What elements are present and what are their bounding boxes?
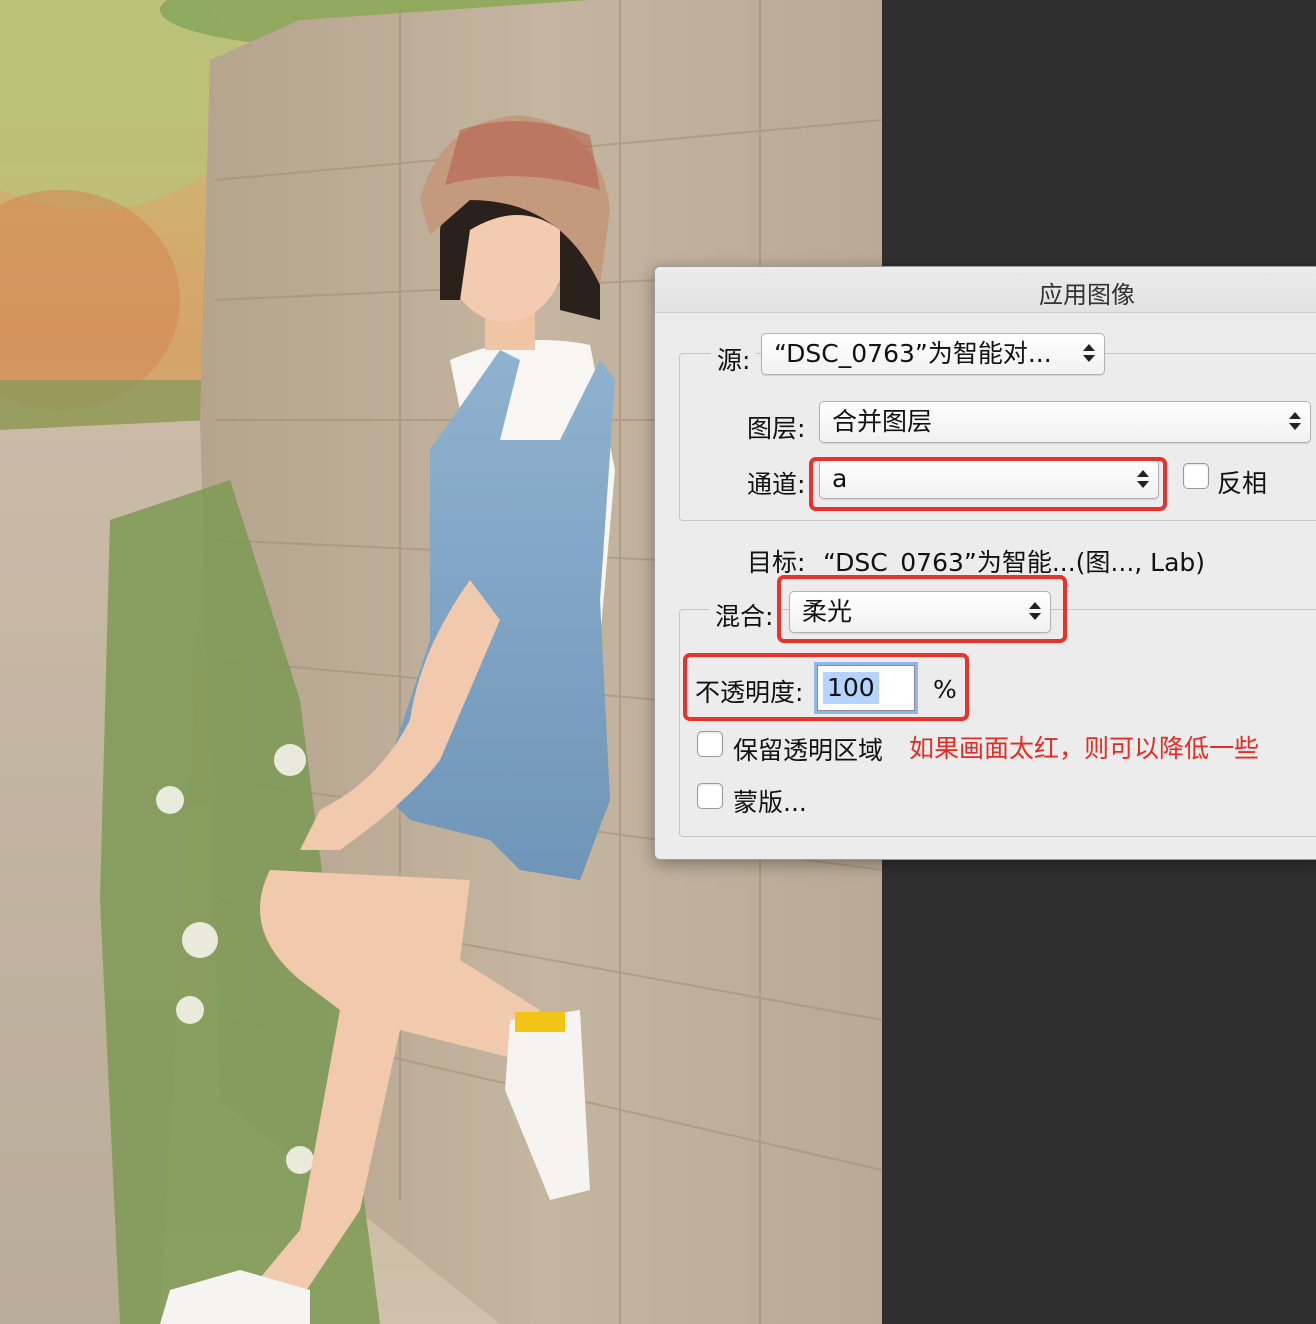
dialog-titlebar[interactable]: 应用图像 <box>655 267 1316 313</box>
opacity-unit: % <box>933 675 957 704</box>
select-arrows-icon <box>1136 467 1150 493</box>
source-label: 源: <box>711 341 757 377</box>
select-arrows-icon <box>1082 341 1096 367</box>
blending-label: 混合: <box>709 597 780 633</box>
target-label: 目标: <box>747 548 806 577</box>
target-value: “DSC_0763”为智能...(图..., Lab) <box>823 548 1206 577</box>
channel-select-value: a <box>832 464 848 493</box>
invert-label: 反相 <box>1217 469 1268 498</box>
apply-image-dialog: 应用图像 源: “DSC_0763”为智能对... 图层: 合并图层 通道: a… <box>654 266 1316 860</box>
blending-select-value: 柔光 <box>802 597 853 626</box>
invert-checkbox[interactable] <box>1183 463 1209 489</box>
opacity-value: 100 <box>823 672 879 704</box>
dialog-title: 应用图像 <box>1039 281 1135 309</box>
mask-label: 蒙版... <box>733 788 807 817</box>
preserve-transparency-label: 保留透明区域 <box>733 736 884 765</box>
layer-select[interactable]: 合并图层 <box>819 401 1311 443</box>
source-select[interactable]: “DSC_0763”为智能对... <box>761 333 1105 375</box>
layer-select-value: 合并图层 <box>832 407 933 436</box>
select-arrows-icon <box>1028 599 1042 625</box>
preserve-transparency-checkbox[interactable] <box>697 731 723 757</box>
layer-label: 图层: <box>747 414 806 443</box>
select-arrows-icon <box>1288 409 1302 435</box>
channel-label: 通道: <box>747 470 806 499</box>
opacity-label: 不透明度: <box>695 678 804 707</box>
channel-select[interactable]: a <box>819 459 1159 499</box>
source-select-value: “DSC_0763”为智能对... <box>774 339 1052 368</box>
mask-checkbox[interactable] <box>697 783 723 809</box>
annotation-text: 如果画面太红，则可以降低一些 <box>909 734 1260 763</box>
blending-select[interactable]: 柔光 <box>789 591 1051 633</box>
